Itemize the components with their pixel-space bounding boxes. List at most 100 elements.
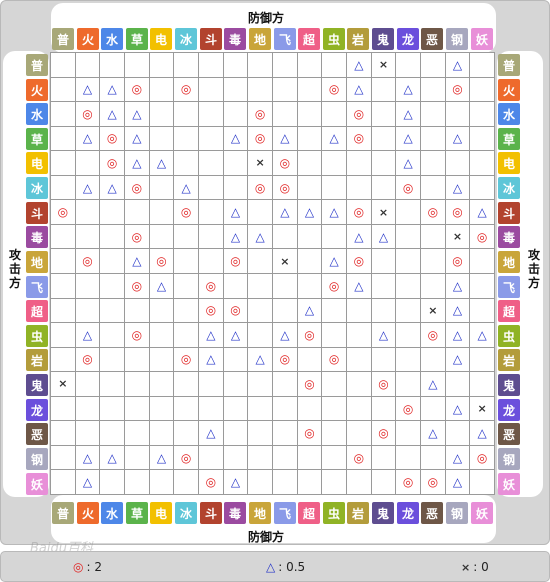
- type-label-bottom: 龙: [397, 502, 419, 524]
- double-damage-icon: ◎: [452, 205, 463, 220]
- half-damage-icon: △: [378, 327, 389, 342]
- no-damage-icon: ×: [477, 402, 487, 416]
- matrix-cell: [371, 102, 396, 126]
- matrix-cell: [198, 445, 223, 470]
- half-damage-icon: △: [428, 426, 438, 441]
- matrix-cell: [198, 200, 223, 224]
- matrix-cell: [100, 396, 124, 421]
- matrix-cell: [248, 421, 272, 445]
- matrix-cell: [100, 249, 124, 273]
- no-damage-icon: ×: [428, 303, 438, 317]
- double-damage-icon: ◎: [279, 352, 291, 367]
- matrix-cell: △: [272, 323, 297, 347]
- type-label-top: 地: [249, 28, 271, 50]
- matrix-cell: ◎: [174, 200, 198, 224]
- no-damage-icon: ×: [461, 560, 471, 574]
- matrix-cell: ◎: [396, 470, 420, 494]
- matrix-cell: [100, 347, 124, 372]
- matrix-cell: [124, 396, 149, 421]
- half-damage-icon: △: [304, 303, 315, 318]
- half-damage-icon: △: [403, 106, 413, 121]
- matrix-cell: [470, 298, 494, 323]
- matrix-cell: △: [75, 77, 100, 102]
- matrix-cell: [223, 77, 248, 102]
- type-label-left: 虫: [26, 325, 48, 347]
- matrix-cell: [51, 224, 75, 249]
- type-label-top: 普: [52, 28, 74, 50]
- matrix-cell: [100, 224, 124, 249]
- matrix-cell: [149, 126, 174, 151]
- half-damage-icon: △: [280, 131, 290, 146]
- half-damage-icon: △: [132, 155, 142, 170]
- matrix-cell: [445, 102, 470, 126]
- double-damage-icon: ◎: [353, 450, 365, 465]
- matrix-cell: ◎: [346, 445, 371, 470]
- half-damage-icon: △: [403, 82, 413, 97]
- matrix-cell: △: [198, 421, 223, 445]
- matrix-cell: [420, 224, 445, 249]
- matrix-cell: [248, 249, 272, 273]
- matrix-cell: ◎: [322, 273, 346, 298]
- type-label-top: 火: [77, 28, 99, 50]
- matrix-cell: △: [198, 347, 223, 372]
- legend-half-damage: △ : 0.5: [266, 560, 305, 574]
- matrix-cell: [248, 372, 272, 396]
- attacker-title-left: 攻击方: [8, 248, 21, 290]
- matrix-cell: △: [149, 151, 174, 175]
- matrix-cell: △: [346, 273, 371, 298]
- double-damage-icon: ◎: [205, 475, 217, 490]
- matrix-cell: [396, 53, 420, 77]
- matrix-cell: [297, 126, 322, 151]
- matrix-cell: △: [420, 372, 445, 396]
- type-label-left: 鬼: [26, 374, 48, 396]
- matrix-cell: [396, 298, 420, 323]
- half-damage-icon: △: [82, 82, 93, 97]
- matrix-cell: △: [124, 151, 149, 175]
- matrix-cell: △: [198, 323, 223, 347]
- half-damage-icon: △: [206, 327, 216, 342]
- matrix-cell: △: [346, 53, 371, 77]
- matrix-cell: △: [223, 224, 248, 249]
- matrix-cell: △: [223, 200, 248, 224]
- matrix-cell: [272, 445, 297, 470]
- matrix-cell: [371, 249, 396, 273]
- matrix-cell: ◎: [100, 151, 124, 175]
- double-damage-icon: ◎: [427, 475, 439, 490]
- matrix-cell: [51, 323, 75, 347]
- no-damage-icon: ×: [280, 254, 290, 268]
- matrix-cell: △: [371, 224, 396, 249]
- matrix-cell: [396, 421, 420, 445]
- matrix-cell: △: [470, 200, 494, 224]
- matrix-cell: [420, 249, 445, 273]
- matrix-cell: [124, 470, 149, 494]
- double-damage-icon: ◎: [131, 327, 143, 342]
- matrix-cell: [248, 470, 272, 494]
- matrix-cell: [100, 323, 124, 347]
- double-damage-icon: ◎: [57, 205, 69, 220]
- half-damage-icon: △: [378, 229, 389, 244]
- matrix-cell: ◎: [75, 102, 100, 126]
- matrix-cell: [272, 77, 297, 102]
- type-label-left: 冰: [26, 177, 48, 199]
- matrix-cell: ◎: [445, 77, 470, 102]
- double-damage-icon: ◎: [353, 254, 365, 269]
- matrix-cell: △: [322, 200, 346, 224]
- double-damage-icon: ◎: [378, 426, 389, 441]
- matrix-cell: [297, 445, 322, 470]
- matrix-cell: [371, 126, 396, 151]
- type-label-right: 水: [498, 103, 520, 125]
- matrix-cell: [322, 445, 346, 470]
- double-damage-icon: ◎: [328, 352, 340, 367]
- matrix-cell: [297, 249, 322, 273]
- type-label-top: 鬼: [372, 28, 394, 50]
- matrix-cell: ◎: [445, 200, 470, 224]
- matrix-cell: [174, 249, 198, 273]
- matrix-cell: ◎: [297, 421, 322, 445]
- half-damage-icon: △: [477, 426, 487, 441]
- matrix-cell: ◎: [420, 200, 445, 224]
- half-damage-icon: △: [107, 180, 117, 195]
- double-damage-icon: ◎: [230, 303, 241, 318]
- matrix-cell: [75, 298, 100, 323]
- matrix-cell: [470, 102, 494, 126]
- matrix-cell: ◎: [149, 249, 174, 273]
